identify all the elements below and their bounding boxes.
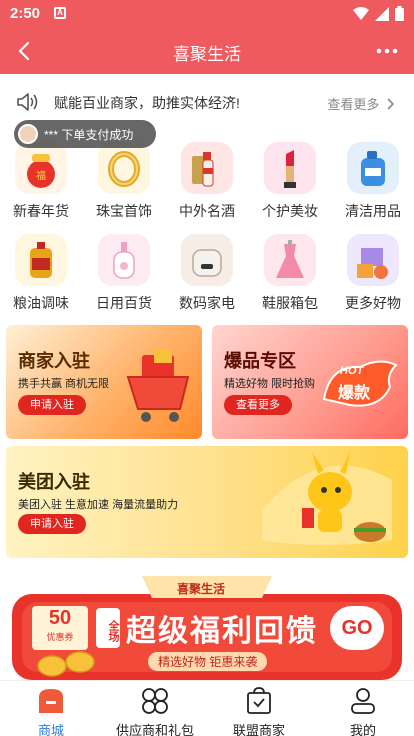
- boxes-icon: [347, 234, 399, 286]
- category-label: 清洁用品: [345, 203, 401, 219]
- bottom-tab-bar: 商城 供应商和礼包 联盟商家 我的: [0, 680, 414, 736]
- meituan-apply-button[interactable]: 申请入驻: [18, 514, 86, 534]
- category-label: 更多好物: [345, 295, 401, 311]
- lipstick-icon: [264, 142, 316, 194]
- promo-side-badge: 全场: [96, 608, 120, 648]
- category-item[interactable]: 数码家电: [166, 234, 248, 313]
- category-label: 新春年货: [13, 203, 69, 219]
- banner-title: 爆品专区: [224, 351, 296, 371]
- shop-icon: [39, 689, 63, 713]
- promo-tag: 喜聚生活: [177, 582, 226, 596]
- promo-go-button[interactable]: GO: [330, 606, 384, 650]
- status-time: 2:50: [10, 5, 41, 22]
- detergent-icon: [347, 142, 399, 194]
- category-item[interactable]: 鞋服箱包: [249, 234, 331, 313]
- user-icon: [351, 688, 375, 714]
- hot-badge: HOT 爆款: [320, 355, 400, 411]
- promo-title: 超级福利回馈: [126, 615, 318, 648]
- more-dots-icon[interactable]: [374, 38, 400, 64]
- promo-coupon: 50 优惠券: [32, 606, 88, 650]
- tab-label: 供应商和礼包: [115, 723, 194, 736]
- category-item[interactable]: 更多好物: [332, 234, 414, 313]
- meituan-join-banner[interactable]: 美团入驻 美团入驻 生意加速 海量流量助力 申请入驻: [6, 446, 408, 558]
- grid-icon: [142, 688, 168, 714]
- merchant-join-banner[interactable]: 商家入驻 携手共赢 商机无限 申请入驻: [6, 325, 202, 439]
- coins-icon: [37, 651, 95, 677]
- mascot-icon: [262, 452, 392, 545]
- bag-icon: [247, 687, 271, 714]
- promo-coupon-value: 50: [48, 607, 72, 629]
- category-label: 鞋服箱包: [262, 295, 318, 311]
- hot-products-banner[interactable]: 爆品专区 精选好物 限时抢购 查看更多 HOT 爆款: [212, 325, 408, 439]
- bracelet-icon: [98, 142, 150, 194]
- category-label: 粮油调味: [13, 295, 69, 311]
- notification-icon: A: [54, 7, 66, 19]
- battery-icon: [395, 6, 404, 21]
- category-label: 日用百货: [96, 295, 152, 311]
- banner-subtitle: 携手共赢 商机无限: [18, 378, 110, 390]
- hot-view-more-button[interactable]: 查看更多: [224, 395, 292, 415]
- merchant-apply-button[interactable]: 申请入驻: [18, 395, 86, 415]
- order-success-toast: *** 下单支付成功: [14, 120, 156, 148]
- tab-label: 我的: [349, 723, 376, 736]
- status-icons: [353, 6, 404, 21]
- category-label: 中外名酒: [179, 203, 235, 219]
- category-item[interactable]: 日用百货: [83, 234, 165, 313]
- page-title: 喜聚生活: [173, 45, 241, 64]
- rice-cooker-icon: [181, 234, 233, 286]
- svg-text:福: 福: [36, 169, 46, 182]
- tab-merchants[interactable]: 联盟商家: [214, 687, 304, 736]
- lotion-icon: [98, 234, 150, 286]
- notice-more-label: 查看更多: [327, 97, 380, 112]
- gift-bag-icon: 福: [15, 142, 67, 194]
- tab-shop[interactable]: 商城: [6, 687, 96, 736]
- promo-coupon-label: 优惠券: [46, 632, 74, 642]
- promo-go-label: GO: [341, 617, 373, 639]
- category-label: 数码家电: [179, 295, 235, 311]
- app-header: 喜聚生活: [0, 28, 414, 74]
- wifi-icon: [353, 6, 369, 20]
- liquor-icon: [181, 142, 233, 194]
- banner-subtitle: 美团入驻 生意加速 海量流量助力: [18, 499, 179, 511]
- banner-title: 美团入驻: [18, 472, 90, 492]
- category-item[interactable]: 福 新春年货: [0, 142, 82, 221]
- signal-icon: [375, 6, 389, 21]
- notice-text: 赋能百业商家，助推实体经济!: [54, 95, 240, 111]
- status-bar: 2:50 A: [0, 0, 414, 28]
- hot-badge-top: HOT: [340, 365, 364, 377]
- banner-subtitle: 精选好物 限时抢购: [224, 378, 316, 390]
- category-item[interactable]: 粮油调味: [0, 234, 82, 313]
- promo-subtitle: 精选好物 钜惠来袭: [148, 652, 268, 671]
- category-item[interactable]: 中外名酒: [166, 142, 248, 221]
- page: 2:50 A 喜聚生活 赋能百业商家，助推实体经济! 查看更多 *** 下单支付…: [0, 0, 414, 736]
- toast-text: *** 下单支付成功: [44, 127, 134, 142]
- shopping-cart-icon: [126, 349, 190, 422]
- hot-badge-bottom: 爆款: [338, 385, 371, 402]
- category-item[interactable]: 个护美妆: [249, 142, 331, 221]
- category-item[interactable]: 清洁用品: [332, 142, 414, 221]
- banner-title: 商家入驻: [18, 351, 90, 371]
- speaker-icon: [17, 93, 38, 111]
- category-label: 珠宝首饰: [96, 203, 152, 219]
- notice-bar: 赋能百业商家，助推实体经济! 查看更多: [0, 88, 414, 116]
- avatar: [18, 124, 38, 144]
- tab-label: 联盟商家: [232, 723, 285, 736]
- tab-suppliers[interactable]: 供应商和礼包: [110, 687, 200, 736]
- welfare-promo-banner[interactable]: 喜聚生活 50 优惠券 全场 超级福利回馈 GO 精选好物 钜惠来袭: [12, 576, 402, 680]
- category-label: 个护美妆: [262, 203, 318, 219]
- dress-icon: [264, 234, 316, 286]
- category-item[interactable]: 珠宝首饰: [83, 142, 165, 221]
- tab-label: 商城: [37, 723, 64, 736]
- chevron-right-icon: [387, 98, 395, 110]
- oil-icon: [15, 234, 67, 286]
- notice-more-link[interactable]: 查看更多: [327, 94, 396, 113]
- tab-me[interactable]: 我的: [318, 687, 408, 736]
